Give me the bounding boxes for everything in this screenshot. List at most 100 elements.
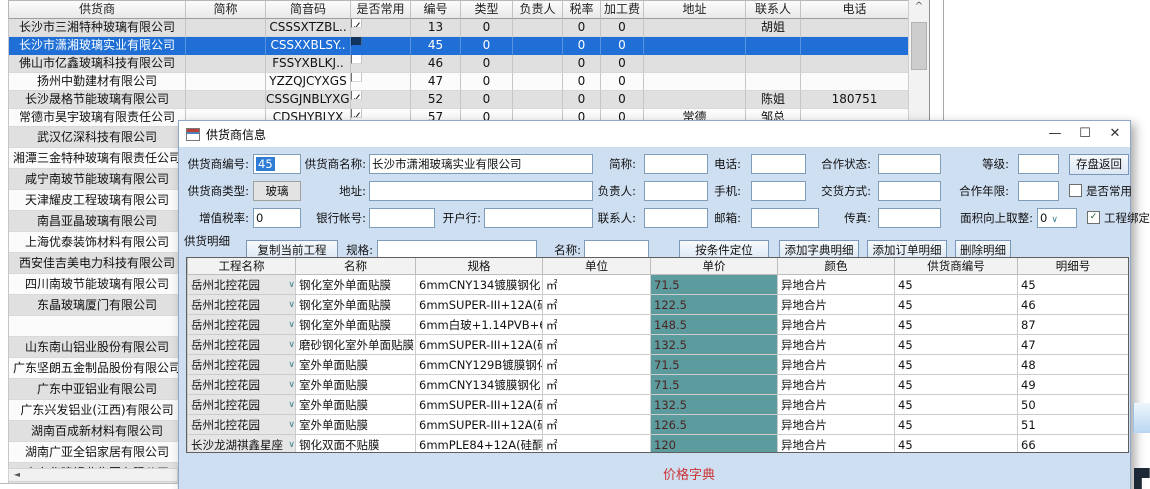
detail-cell[interactable]: 6mmCNY134镀膜钢化 <box>416 375 543 395</box>
detail-cell[interactable]: 132.5 <box>651 335 778 355</box>
detail-cell[interactable]: 120 <box>651 435 778 454</box>
detail-cell[interactable]: 148.5 <box>651 315 778 335</box>
list-item[interactable]: 山东南山铝业股份有限公司 <box>9 337 186 358</box>
column-header-1[interactable]: 供货商 <box>9 1 186 19</box>
list-item[interactable]: 湖南广亚全铝家居有限公司 <box>9 442 186 463</box>
detail-cell[interactable]: 室外单面贴膜 <box>296 395 416 415</box>
detail-cell[interactable]: 45 <box>895 415 1018 435</box>
detail-column-header-4[interactable]: 单位 <box>543 258 651 275</box>
detail-cell[interactable]: 异地合片 <box>778 435 895 454</box>
table-row[interactable]: 长沙市潇湘玻璃实业有限公司CSSXXBLSY..45000 <box>9 37 909 55</box>
detail-cell[interactable]: 6mmSUPER-III+12A(硅... <box>416 335 543 355</box>
detail-row[interactable]: 岳州北控花园∨室外单面贴膜6mmSUPER-III+12A(硅...㎡126.5… <box>188 415 1129 435</box>
detail-cell[interactable]: 钢化室外单面贴膜 <box>296 295 416 315</box>
detail-cell[interactable]: 45 <box>895 275 1018 295</box>
detail-column-header-8[interactable]: 明细号 <box>1018 258 1129 275</box>
detail-cell[interactable]: 51 <box>1018 415 1129 435</box>
mobile-field[interactable] <box>751 181 806 201</box>
vertical-scrollbar[interactable]: ^ <box>908 0 930 120</box>
delivery-method-field[interactable] <box>878 181 941 201</box>
detail-cell[interactable]: ㎡ <box>543 375 651 395</box>
project-name-combo[interactable]: 岳州北控花园∨ <box>188 415 296 435</box>
detail-cell[interactable]: 室外单面贴膜 <box>296 355 416 375</box>
detail-cell[interactable]: 49 <box>1018 375 1129 395</box>
supplier-name-field[interactable]: 长沙市潇湘玻璃实业有限公司 <box>369 154 593 174</box>
column-header-8[interactable]: 税率 <box>563 1 601 19</box>
vertical-scrollbar-thumb[interactable] <box>911 22 927 70</box>
list-item[interactable]: 咸宁南玻节能玻璃有限公司 <box>9 169 186 190</box>
list-item[interactable]: 四川南玻节能玻璃有限公司 <box>9 274 186 295</box>
project-name-combo[interactable]: 岳州北控花园∨ <box>188 355 296 375</box>
coop-years-field[interactable] <box>1018 181 1059 201</box>
detail-column-header-2[interactable]: 名称 <box>296 258 416 275</box>
detail-row[interactable]: 岳州北控花园∨钢化室外单面贴膜6mm白玻+1.14PVB+6mm...㎡148.… <box>188 315 1129 335</box>
table-row[interactable]: 佛山市亿鑫玻璃科技有限公司FSSYXBLKJ..46000 <box>9 55 909 73</box>
coop-status-field[interactable] <box>878 154 941 174</box>
detail-cell[interactable]: 126.5 <box>651 415 778 435</box>
detail-cell[interactable]: 45 <box>895 295 1018 315</box>
detail-cell[interactable]: ㎡ <box>543 415 651 435</box>
detail-cell[interactable]: 71.5 <box>651 355 778 375</box>
minimize-button[interactable]: — <box>1040 121 1070 147</box>
detail-cell[interactable]: 47 <box>1018 335 1129 355</box>
detail-cell[interactable]: 71.5 <box>651 375 778 395</box>
detail-cell[interactable]: 6mmCNY129B镀膜钢化 <box>416 355 543 375</box>
detail-cell[interactable]: ㎡ <box>543 335 651 355</box>
list-item[interactable]: 南昌亚晶玻璃有限公司 <box>9 211 186 232</box>
checkbox-checked-icon[interactable]: ✓ <box>1087 211 1100 224</box>
bank-branch-field[interactable] <box>484 208 593 228</box>
detail-cell[interactable]: 6mmPLE84+12A(硅酮胶... <box>416 435 543 454</box>
column-header-9[interactable]: 加工费 <box>601 1 644 19</box>
detail-cell[interactable]: 45 <box>895 315 1018 335</box>
scroll-up-icon[interactable]: ^ <box>909 0 929 16</box>
detail-column-header-1[interactable]: 工程名称 <box>188 258 296 275</box>
common-checkbox-icon[interactable] <box>351 37 362 46</box>
checkbox-icon[interactable] <box>1069 184 1082 197</box>
detail-cell[interactable]: 45 <box>895 395 1018 415</box>
detail-row[interactable]: 长沙龙湖祺鑫星座∨钢化双面不贴膜6mmPLE84+12A(硅酮胶...㎡120异… <box>188 435 1129 454</box>
detail-cell[interactable]: 122.5 <box>651 295 778 315</box>
supplier-type-field[interactable]: 玻璃 <box>253 181 301 201</box>
list-item[interactable]: 湖南百成新材料有限公司 <box>9 421 186 442</box>
area-round-up-select[interactable]: 0∨ <box>1037 208 1077 228</box>
project-name-combo[interactable]: 长沙龙湖祺鑫星座∨ <box>188 435 296 454</box>
column-header-5[interactable]: 编号 <box>411 1 461 19</box>
table-row[interactable]: 长沙晟格节能玻璃有限公司CSSGJNBLYXGS✓52000陈姐180751 <box>9 91 909 109</box>
column-header-2[interactable]: 简称 <box>186 1 266 19</box>
list-item[interactable]: 湘潭三金特种玻璃有限责任公司 <box>9 148 186 169</box>
detail-cell[interactable]: ㎡ <box>543 315 651 335</box>
list-item[interactable]: 广东坚朗五金制品股份有限公司 <box>9 358 186 379</box>
detail-cell[interactable]: 室外单面贴膜 <box>296 415 416 435</box>
detail-column-header-7[interactable]: 供货商编号 <box>895 258 1018 275</box>
detail-row[interactable]: 岳州北控花园∨室外单面贴膜6mmSUPER-III+12A(硅...㎡132.5… <box>188 395 1129 415</box>
detail-cell[interactable]: 71.5 <box>651 275 778 295</box>
address-field[interactable] <box>369 181 593 201</box>
table-row[interactable]: 长沙市三湘特种玻璃有限公司CSSSXTZBL..✓13000胡姐 <box>9 19 909 37</box>
common-checkbox-icon[interactable] <box>351 73 362 82</box>
table-row[interactable]: 扬州中勤建材有限公司YZZQJCYXGS47000 <box>9 73 909 91</box>
detail-cell[interactable]: 异地合片 <box>778 395 895 415</box>
project-bind-checkbox[interactable]: ✓工程绑定 <box>1087 208 1150 228</box>
detail-cell[interactable]: ㎡ <box>543 275 651 295</box>
detail-cell[interactable]: 66 <box>1018 435 1129 454</box>
list-item[interactable]: 天津耀皮工程玻璃有限公司 <box>9 190 186 211</box>
list-item[interactable]: 东晶玻璃厦门有限公司 <box>9 295 186 316</box>
detail-cell[interactable]: 45 <box>895 335 1018 355</box>
list-item[interactable]: 武汉亿深科技有限公司 <box>9 127 186 148</box>
detail-cell[interactable]: 钢化室外单面贴膜 <box>296 275 416 295</box>
column-header-12[interactable]: 电话 <box>801 1 909 19</box>
detail-cell[interactable]: 45 <box>895 375 1018 395</box>
detail-cell[interactable]: 46 <box>1018 295 1129 315</box>
scroll-left-icon[interactable]: ◄ <box>9 469 25 481</box>
detail-cell[interactable]: 45 <box>895 435 1018 454</box>
column-header-6[interactable]: 类型 <box>461 1 513 19</box>
list-item[interactable]: 广东中亚铝业有限公司 <box>9 379 186 400</box>
detail-cell[interactable]: 钢化室外单面贴膜 <box>296 315 416 335</box>
detail-cell[interactable]: 异地合片 <box>778 415 895 435</box>
grade-field[interactable] <box>1018 154 1059 174</box>
vat-rate-field[interactable]: 0 <box>253 208 301 228</box>
detail-cell[interactable]: ㎡ <box>543 295 651 315</box>
detail-cell[interactable]: 异地合片 <box>778 375 895 395</box>
common-checkbox-icon[interactable]: ✓ <box>351 109 362 118</box>
column-header-7[interactable]: 负责人 <box>513 1 563 19</box>
